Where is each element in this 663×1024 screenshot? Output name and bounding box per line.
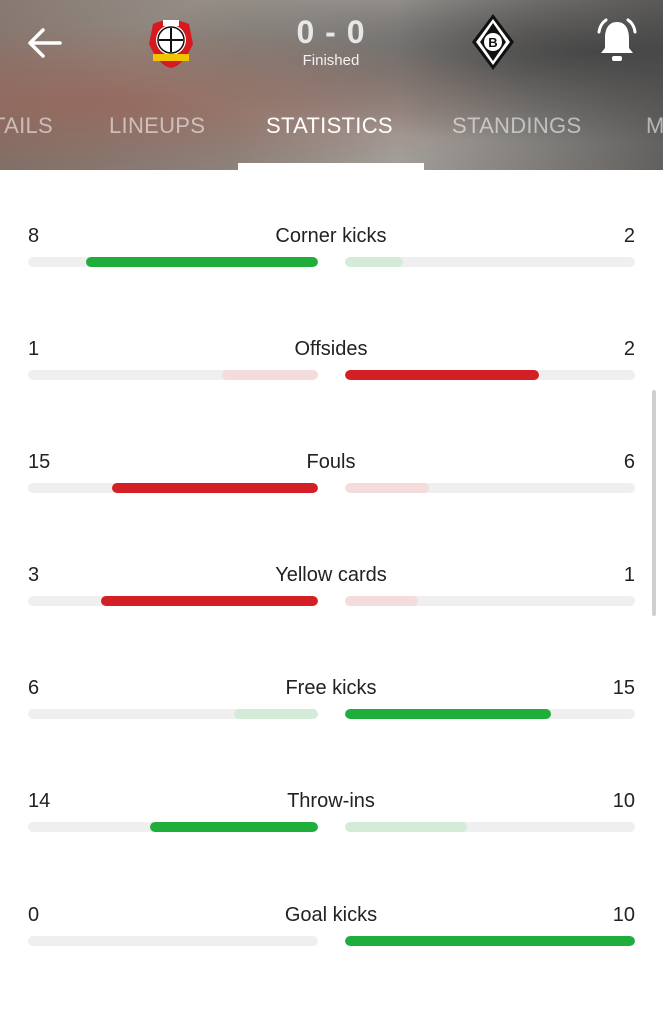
home-bar-fill	[86, 257, 318, 267]
home-bar-track	[28, 483, 318, 493]
stat-row-fouls: 15 Fouls 6	[0, 450, 663, 510]
tab-standings[interactable]: STANDINGS	[452, 113, 581, 139]
stat-row-offsides: 1 Offsides 2	[0, 337, 663, 397]
home-bar-fill	[149, 822, 318, 832]
away-bar-track	[345, 596, 635, 606]
stat-row-free-kicks: 6 Free kicks 15	[0, 676, 663, 736]
away-value: 1	[623, 564, 635, 586]
home-bar-track	[28, 370, 318, 380]
away-value: 2	[623, 338, 635, 360]
away-value: 6	[623, 451, 635, 473]
back-button[interactable]	[22, 20, 68, 66]
home-bar-fill	[222, 370, 318, 380]
away-bar-fill	[345, 822, 467, 832]
active-tab-indicator	[238, 163, 424, 170]
match-status: Finished	[302, 52, 360, 69]
away-value: 10	[612, 790, 635, 812]
home-value: 3	[28, 564, 40, 586]
home-bar-track	[28, 822, 318, 832]
away-bar-track	[345, 483, 635, 493]
home-value: 14	[28, 790, 51, 812]
scrollbar[interactable]	[652, 390, 656, 616]
match-header: 0 - 0 Finished B TAILS LINEUPS STATISTIC…	[0, 0, 663, 170]
svg-text:B: B	[488, 35, 497, 50]
away-bar-track	[345, 257, 635, 267]
bayer-leverkusen-crest-icon	[149, 20, 193, 68]
home-value: 6	[28, 677, 40, 699]
stat-row-corner-kicks: 8 Corner kicks 2	[0, 224, 663, 284]
away-bar-fill	[345, 370, 540, 380]
home-bar-fill	[112, 483, 318, 493]
away-value: 2	[623, 225, 635, 247]
away-bar-track	[345, 370, 635, 380]
stat-row-throw-ins: 14 Throw-ins 10	[0, 789, 663, 849]
away-bar-fill	[345, 483, 430, 493]
stat-label: Free kicks	[285, 677, 377, 699]
away-team-logo[interactable]: B	[468, 12, 518, 72]
home-value: 15	[28, 451, 51, 473]
stat-label: Goal kicks	[284, 904, 378, 926]
home-bar-track	[28, 257, 318, 267]
home-value: 8	[28, 225, 40, 247]
tab-lineups[interactable]: LINEUPS	[109, 113, 205, 139]
away-bar-fill	[345, 257, 403, 267]
match-score: 0 - 0	[296, 14, 366, 50]
stat-row-goal-kicks: 0 Goal kicks 10	[0, 903, 663, 963]
stat-label: Yellow cards	[275, 564, 387, 586]
home-bar-track	[28, 709, 318, 719]
away-bar-track	[345, 822, 635, 832]
home-bar-track	[28, 936, 318, 946]
stat-label: Fouls	[306, 451, 356, 473]
stat-label: Throw-ins	[287, 790, 375, 812]
away-bar-fill	[345, 936, 635, 946]
tab-statistics[interactable]: STATISTICS	[266, 113, 393, 139]
away-bar-fill	[345, 709, 551, 719]
tab-more[interactable]: M	[646, 113, 663, 139]
home-team-logo[interactable]	[143, 14, 199, 70]
home-value: 1	[28, 338, 40, 360]
away-value: 15	[612, 677, 635, 699]
alerts-button[interactable]	[594, 16, 640, 64]
stat-label: Corner kicks	[275, 225, 387, 247]
home-bar-fill	[100, 596, 318, 606]
away-bar-fill	[345, 596, 418, 606]
away-bar-track	[345, 936, 635, 946]
stat-row-yellow-cards: 3 Yellow cards 1	[0, 563, 663, 623]
stat-label: Offsides	[294, 338, 368, 360]
tab-details[interactable]: TAILS	[0, 113, 53, 139]
home-bar-fill	[233, 709, 318, 719]
borussia-monchengladbach-crest-icon: B	[472, 14, 514, 70]
arrow-left-icon	[28, 28, 62, 58]
away-bar-track	[345, 709, 635, 719]
home-bar-track	[28, 596, 318, 606]
away-value: 10	[612, 904, 635, 926]
bell-icon	[597, 18, 637, 61]
home-value: 0	[28, 904, 40, 926]
